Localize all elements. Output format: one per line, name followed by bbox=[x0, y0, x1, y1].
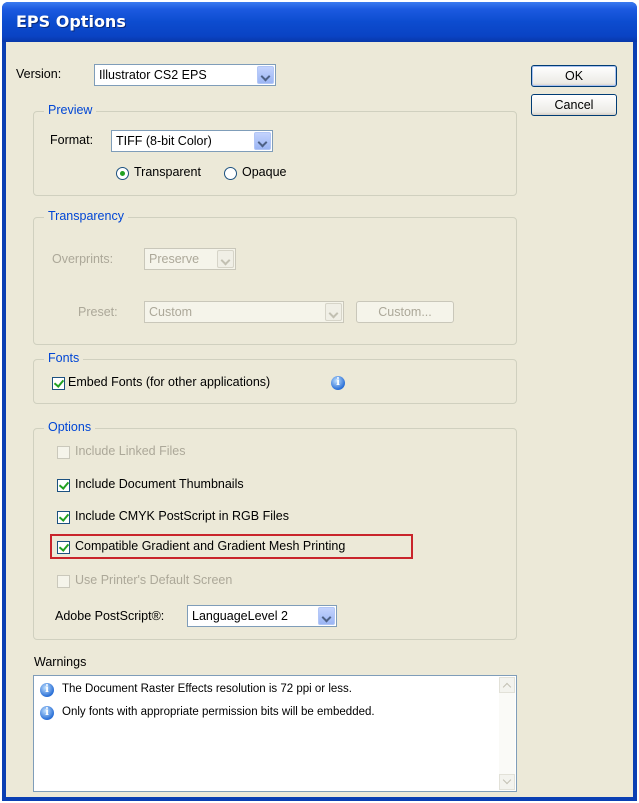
eps-options-window: EPS Options Version: Illustrator CS2 EPS… bbox=[2, 2, 637, 801]
options-group: Options Include Linked Files Include Doc… bbox=[33, 420, 517, 640]
fonts-group: Fonts Embed Fonts (for other application… bbox=[33, 351, 517, 404]
scroll-down-icon[interactable] bbox=[499, 774, 515, 790]
compatible-gradient-checkbox[interactable] bbox=[57, 541, 70, 554]
version-label: Version: bbox=[16, 67, 61, 81]
preset-select[interactable]: Custom bbox=[144, 301, 344, 323]
embed-fonts-checkbox[interactable] bbox=[52, 377, 65, 390]
postscript-select[interactable]: LanguageLevel 2 bbox=[187, 605, 337, 627]
transparent-radio[interactable] bbox=[116, 167, 129, 180]
info-icon: i bbox=[40, 706, 54, 720]
warnings-box[interactable]: i The Document Raster Effects resolution… bbox=[33, 675, 517, 792]
info-icon: i bbox=[40, 683, 54, 697]
warning-item: The Document Raster Effects resolution i… bbox=[62, 683, 352, 695]
overprints-value: Preserve bbox=[149, 252, 200, 266]
include-cmyk-checkbox[interactable] bbox=[57, 511, 70, 524]
postscript-value: LanguageLevel 2 bbox=[192, 609, 288, 623]
cancel-button[interactable]: Cancel bbox=[531, 94, 617, 116]
include-linked-label: Include Linked Files bbox=[75, 444, 186, 458]
preset-value: Custom bbox=[149, 305, 193, 319]
custom-button[interactable]: Custom... bbox=[356, 301, 454, 323]
include-cmyk-label[interactable]: Include CMYK PostScript in RGB Files bbox=[75, 509, 289, 523]
version-label-text: Version: bbox=[16, 67, 62, 81]
postscript-label: Adobe PostScript®: bbox=[55, 609, 165, 623]
opaque-label[interactable]: Opaque bbox=[242, 165, 286, 179]
version-value: Illustrator CS2 EPS bbox=[99, 68, 207, 82]
title-bar[interactable]: EPS Options bbox=[2, 2, 637, 42]
format-value: TIFF (8-bit Color) bbox=[116, 134, 212, 148]
compatible-gradient-label[interactable]: Compatible Gradient and Gradient Mesh Pr… bbox=[75, 539, 345, 553]
warnings-label: Warnings bbox=[34, 655, 87, 669]
preset-label: Preset: bbox=[78, 305, 118, 319]
include-thumbnails-label[interactable]: Include Document Thumbnails bbox=[75, 477, 244, 491]
printer-screen-checkbox[interactable] bbox=[57, 575, 70, 588]
chevron-down-icon[interactable] bbox=[254, 132, 271, 150]
chevron-down-icon[interactable] bbox=[318, 607, 335, 625]
overprints-label: Overprints: bbox=[52, 252, 114, 266]
overprints-select[interactable]: Preserve bbox=[144, 248, 236, 270]
format-label: Format: bbox=[50, 133, 94, 147]
dialog-body: Version: Illustrator CS2 EPS OK Cancel P… bbox=[6, 42, 633, 797]
opaque-radio[interactable] bbox=[224, 167, 237, 180]
warnings-scrollbar[interactable] bbox=[499, 677, 515, 790]
printer-screen-label: Use Printer's Default Screen bbox=[75, 573, 233, 587]
chevron-down-icon[interactable] bbox=[257, 66, 274, 84]
warning-item: Only fonts with appropriate permission b… bbox=[62, 706, 375, 718]
options-legend: Options bbox=[44, 420, 96, 434]
preview-group: Preview Format: TIFF (8-bit Color) Trans… bbox=[33, 103, 517, 196]
info-icon[interactable]: i bbox=[331, 376, 345, 390]
fonts-legend: Fonts bbox=[44, 351, 84, 365]
chevron-down-icon[interactable] bbox=[217, 250, 234, 268]
window-title: EPS Options bbox=[16, 12, 126, 31]
format-select[interactable]: TIFF (8-bit Color) bbox=[111, 130, 273, 152]
embed-fonts-label[interactable]: Embed Fonts (for other applications) bbox=[68, 375, 270, 389]
transparency-legend: Transparency bbox=[44, 209, 128, 223]
transparent-label[interactable]: Transparent bbox=[134, 165, 201, 179]
scroll-up-icon[interactable] bbox=[499, 677, 515, 693]
version-select[interactable]: Illustrator CS2 EPS bbox=[94, 64, 276, 86]
include-linked-checkbox[interactable] bbox=[57, 446, 70, 459]
ok-button[interactable]: OK bbox=[531, 65, 617, 87]
include-thumbnails-checkbox[interactable] bbox=[57, 479, 70, 492]
preview-legend: Preview bbox=[44, 103, 97, 117]
transparency-group: Transparency Overprints: Preserve Preset… bbox=[33, 209, 517, 345]
chevron-down-icon[interactable] bbox=[325, 303, 342, 321]
